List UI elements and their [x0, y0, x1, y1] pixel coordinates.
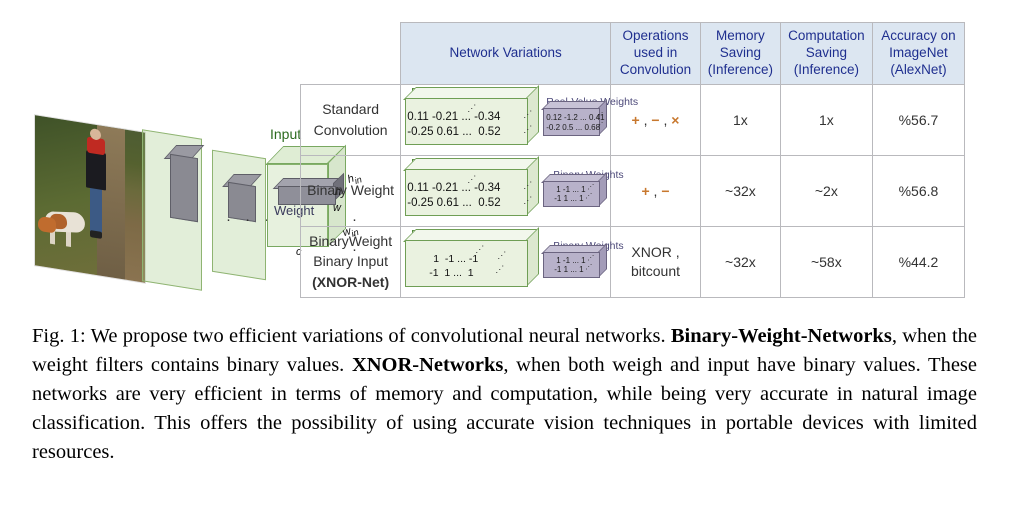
weight-cuboid: 0.12 -1.2 ... 0.41 -0.2 0.5 ... 0.68 ⋰ ⋰ [541, 98, 608, 136]
row-label-line1: Binary Weight [307, 182, 395, 199]
weight-cuboid: 1 -1 ... 1 -1 1 ... 1 ⋰ ⋰ [541, 171, 608, 207]
input-matrix-row2: -0.25 0.61 ... 0.52 [407, 196, 501, 209]
row-visual-xnor: Binary Inputs 1 -1 ... -1 -1 1 ... 1 ⋰ ⋰… [400, 225, 624, 298]
operations-xnor: XNOR , bitcount [609, 225, 702, 298]
row-label-line2: Convolution [313, 121, 388, 138]
header-memory-line3: (Inference) [707, 61, 774, 77]
weight-tick-mark: ⋰ [585, 192, 593, 200]
computation-saving-standard: 1x [779, 83, 873, 156]
row-label-bold: (XNOR-Net) [312, 273, 390, 290]
operations-line1: + , − [641, 182, 670, 199]
caption-bold-xnor-networks: XNOR-Networks [351, 354, 504, 377]
weight-tick-mark: ⋰ [587, 183, 595, 191]
input-tick-mark: ⋰ [523, 179, 533, 190]
weight-tick-mark: ⋰ [596, 111, 604, 119]
header-computation-saving: Computation Saving (Inference) [779, 22, 873, 85]
header-operations-line3: Convolution [619, 61, 692, 77]
header-computation-line1: Computation [788, 28, 865, 43]
input-matrix-row2: -0.25 0.61 ... 0.52 [407, 125, 501, 138]
row-label-xnor-net: BinaryWeight Binary Input (XNOR-Net) [299, 225, 402, 298]
computation-saving-binary-weight: ~2x [779, 154, 873, 227]
table-header-row: Network Variations Operations used in Co… [299, 22, 966, 85]
operator-symbol: − [651, 111, 660, 128]
caption-prefix: Fig. 1: We propose two efficient variati… [32, 325, 671, 347]
memory-saving-binary-weight: ~32x [700, 154, 781, 227]
row-label-standard-convolution: Standard Convolution [299, 83, 402, 156]
table-row: Binary Weight Real-Value Inputs 0.11 -0.… [299, 154, 966, 227]
input-tick-mark: ⋰ [467, 102, 477, 113]
input-cuboid: 1 -1 ... -1 -1 1 ... 1 ⋰ ⋰ ⋰ [403, 226, 540, 287]
input-matrix-row2: -1 1 ... 1 [429, 266, 474, 279]
row-label-binary-weight: Binary Weight [299, 154, 402, 227]
operations-line1: + , − , × [631, 111, 680, 128]
operator-symbol: + [641, 182, 650, 199]
operations-line1: XNOR , [631, 244, 680, 261]
operations-binary-weight: + , − [609, 154, 702, 227]
weight-tick-mark: ⋰ [585, 263, 593, 271]
input-label: Input [270, 126, 302, 142]
computation-saving-xnor: ~58x [779, 225, 873, 298]
conv-filter-block [170, 153, 198, 223]
weight-matrix-row2: -0.2 0.5 ... 0.68 [546, 122, 601, 132]
weight-tick-mark: ⋰ [596, 121, 604, 129]
input-tick-mark: ⋰ [495, 263, 505, 274]
row-visual-standard: Real-Value Inputs 0.11 -0.21 ... -0.34 -… [400, 83, 638, 156]
input-matrix-row1: 0.11 -0.21 ... -0.34 [407, 110, 501, 123]
row-visual-binary-weight: Real-Value Inputs 0.11 -0.21 ... -0.34 -… [400, 154, 624, 227]
header-operations-line1: Operations [622, 28, 689, 43]
input-tick-mark: ⋰ [475, 243, 485, 254]
photo-person-body [85, 149, 106, 191]
header-accuracy-line2: ImageNet [889, 44, 948, 60]
input-tick-mark: ⋰ [497, 249, 507, 260]
table-row: BinaryWeight Binary Input (XNOR-Net) Bin… [299, 225, 966, 298]
photo-dog-head [38, 215, 57, 234]
header-blank [299, 22, 402, 85]
figure-1: · · · Input Weight h w c hin win · · · N… [0, 0, 1010, 312]
header-memory-line1: Memory [716, 28, 765, 43]
cnn-architecture-diagram: · · · Input Weight h w c hin win · · · [30, 112, 363, 297]
figure-caption: Fig. 1: We propose two efficient variati… [32, 322, 977, 468]
weight-matrix-row2: -1 1 ... 1 [554, 264, 584, 274]
row-label-line1: BinaryWeight [309, 233, 393, 250]
header-operations-line2: used in [633, 44, 678, 60]
memory-saving-standard: 1x [700, 83, 781, 156]
caption-bold-binary-weight-networks: Binary-Weight-Networks [670, 325, 892, 347]
weight-cuboid: 1 -1 ... 1 -1 1 ... 1 ⋰ ⋰ [541, 242, 608, 278]
input-cuboid: 0.11 -0.21 ... -0.34 -0.25 0.61 ... 0.52… [403, 155, 540, 216]
header-memory-line2: Saving [719, 44, 762, 60]
input-tick-mark: ⋰ [523, 123, 533, 134]
input-matrix-row1: 0.11 -0.21 ... -0.34 [407, 181, 501, 194]
operations-line2: bitcount [630, 262, 681, 279]
weight-matrix-row2: -1 1 ... 1 [554, 193, 584, 203]
header-accuracy-line3: (AlexNet) [890, 61, 947, 77]
header-operations: Operations used in Convolution [609, 22, 702, 85]
input-tick-mark: ⋰ [523, 194, 533, 205]
weight-tick-mark: ⋰ [587, 254, 595, 262]
row-label-line1: Standard [322, 101, 380, 118]
accuracy-binary-weight: %56.8 [871, 154, 966, 227]
header-accuracy: Accuracy on ImageNet (AlexNet) [871, 22, 966, 85]
accuracy-xnor: %44.2 [871, 225, 966, 298]
header-computation-line3: (Inference) [793, 61, 859, 77]
operator-symbol: + [631, 111, 640, 128]
operator-symbol: × [671, 111, 680, 128]
header-memory-saving: Memory Saving (Inference) [700, 22, 781, 85]
input-matrix-row1: 1 -1 ... -1 [433, 252, 479, 265]
input-tick-mark: ⋰ [467, 173, 477, 184]
row-label-line2: Binary Input [313, 253, 388, 270]
input-tick-mark: ⋰ [523, 108, 533, 119]
comparison-table: Network Variations Operations used in Co… [299, 22, 966, 298]
header-computation-line2: Saving [805, 44, 847, 60]
header-accuracy-line1: Accuracy on [881, 28, 956, 43]
header-network-variations: Network Variations [400, 22, 611, 85]
table-row: Standard Convolution Real-Value Inputs 0… [299, 83, 966, 156]
operator-symbol: − [661, 182, 670, 199]
photo-person-legs [90, 186, 102, 234]
input-photo [35, 115, 145, 283]
memory-saving-xnor: ~32x [700, 225, 781, 298]
input-cuboid: 0.11 -0.21 ... -0.34 -0.25 0.61 ... 0.52… [403, 84, 540, 145]
accuracy-standard: %56.7 [871, 83, 966, 156]
